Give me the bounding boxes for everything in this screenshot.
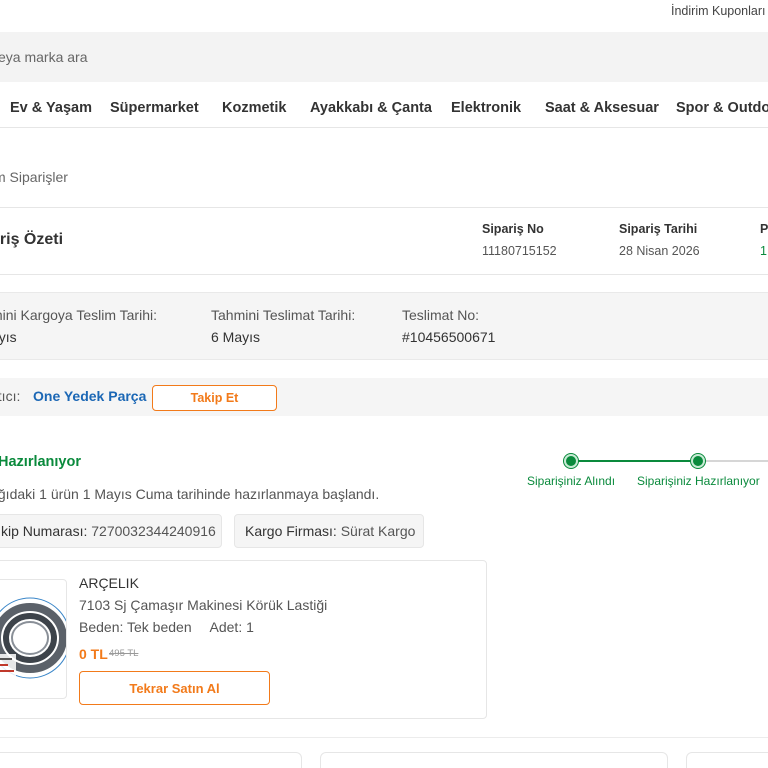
bottom-card-3 [686,752,768,768]
delivery-date-block: Tahmini Teslimat Tarihi: 6 Mayıs [211,307,355,345]
category-kozmetik[interactable]: Kozmetik [222,100,286,116]
cargo-date-label: mini Kargoya Teslim Tarihi: [0,307,157,323]
step-preparing-label: Siparişiniz Hazırlanıyor [637,474,760,488]
product-name[interactable]: 7103 Sj Çamaşır Makinesi Körük Lastiği [79,597,327,613]
order-progress-tracker: Siparişiniz Alındı Siparişiniz Hazırlanı… [520,450,768,490]
delivery-date-label: Tahmini Teslimat Tarihi: [211,307,356,323]
category-ev-yasam[interactable]: Ev & Yaşam [10,100,92,116]
cargo-date-block: mini Kargoya Teslim Tarihi: ayıs [0,307,157,345]
product-old-price: 495 TL [109,648,139,659]
shipment-status-title: Hazırlanıyor [0,454,81,470]
carrier-chip: Kargo Firması: Sürat Kargo [234,514,424,548]
delivery-date-value: 6 Mayıs [211,329,261,345]
product-card: ARÇELIK 7103 Sj Çamaşır Makinesi Körük L… [0,560,487,719]
order-date-value: 28 Nisan 2026 [619,244,700,258]
buy-again-button[interactable]: Tekrar Satın Al [79,671,270,705]
tracking-number-chip[interactable]: kip Numarası: 7270032344240916 [0,514,222,548]
breadcrumb[interactable]: m Siparişler [0,169,68,185]
discount-coupons-link[interactable]: İndirim Kuponları [671,4,766,18]
carrier-label: Kargo Firması: [245,523,337,539]
order-date-block: Sipariş Tarihi 28 Nisan 2026 [619,222,700,258]
category-elektronik[interactable]: Elektronik [451,100,521,116]
order-no-block: Sipariş No 11180715152 [482,222,557,258]
tracking-number-label: kip Numarası: [1,523,88,539]
category-ayakkabi-canta[interactable]: Ayakkabı & Çanta [310,100,432,116]
order-no-label: Sipariş No [482,222,544,236]
seller-bar: atıcı: One Yedek Parça Takip Et [0,378,768,416]
order-date-label: Sipariş Tarihi [619,222,698,236]
product-size: Beden: Tek beden [79,619,192,635]
order-extra-value: 1 [760,244,767,258]
step-received-dot [564,454,578,468]
delivery-no-block: Teslimat No: #10456500671 [402,307,495,345]
category-spor-outdoor[interactable]: Spor & Outdoor [676,100,768,116]
product-price: 0 TL [79,646,108,662]
order-extra-block: P 1 [760,222,768,258]
bottom-card-2 [320,752,668,768]
seller-label: atıcı: [0,388,21,404]
category-supermarket[interactable]: Süpermarket [110,100,199,116]
category-saat-aksesuar[interactable]: Saat & Aksesuar [545,100,659,116]
order-summary-card: ariş Özeti Sipariş No 11180715152 Sipari… [0,207,768,275]
progress-line-pending [705,460,768,462]
carrier-value: Sürat Kargo [340,523,416,539]
bellow-gasket-image [0,597,66,679]
top-utility-bar: İndirim Kuponları [0,0,768,28]
follow-seller-button[interactable]: Takip Et [152,385,277,411]
seller-name-link[interactable]: One Yedek Parça [33,388,146,404]
delivery-no-value: #10456500671 [402,329,496,345]
category-nav: Ev & Yaşam Süpermarket Kozmetik Ayakkabı… [0,90,768,128]
tracking-number-value: 7270032344240916 [91,523,216,539]
order-no-value: 11180715152 [482,244,557,258]
product-meta: Beden: Tek beden Adet: 1 [79,619,254,635]
cargo-date-value: ayıs [0,329,17,345]
product-quantity: Adet: 1 [209,619,254,635]
step-received-label: Siparişiniz Alındı [527,474,616,488]
step-preparing-dot [691,454,705,468]
progress-line-completed [572,460,699,462]
product-image[interactable] [0,579,67,699]
search-input[interactable] [0,32,768,82]
delivery-info-card: mini Kargoya Teslim Tarihi: ayıs Tahmini… [0,292,768,360]
section-divider [0,737,768,738]
order-summary-title: ariş Özeti [0,231,64,248]
product-brand[interactable]: ARÇELIK [79,575,139,591]
bottom-card-1 [0,752,302,768]
order-extra-label: P [760,222,768,236]
search-bar[interactable] [0,32,768,82]
shipment-status-description: ığıdaki 1 ürün 1 Mayıs Cuma tarihinde ha… [0,486,380,502]
delivery-no-label: Teslimat No: [402,307,480,323]
